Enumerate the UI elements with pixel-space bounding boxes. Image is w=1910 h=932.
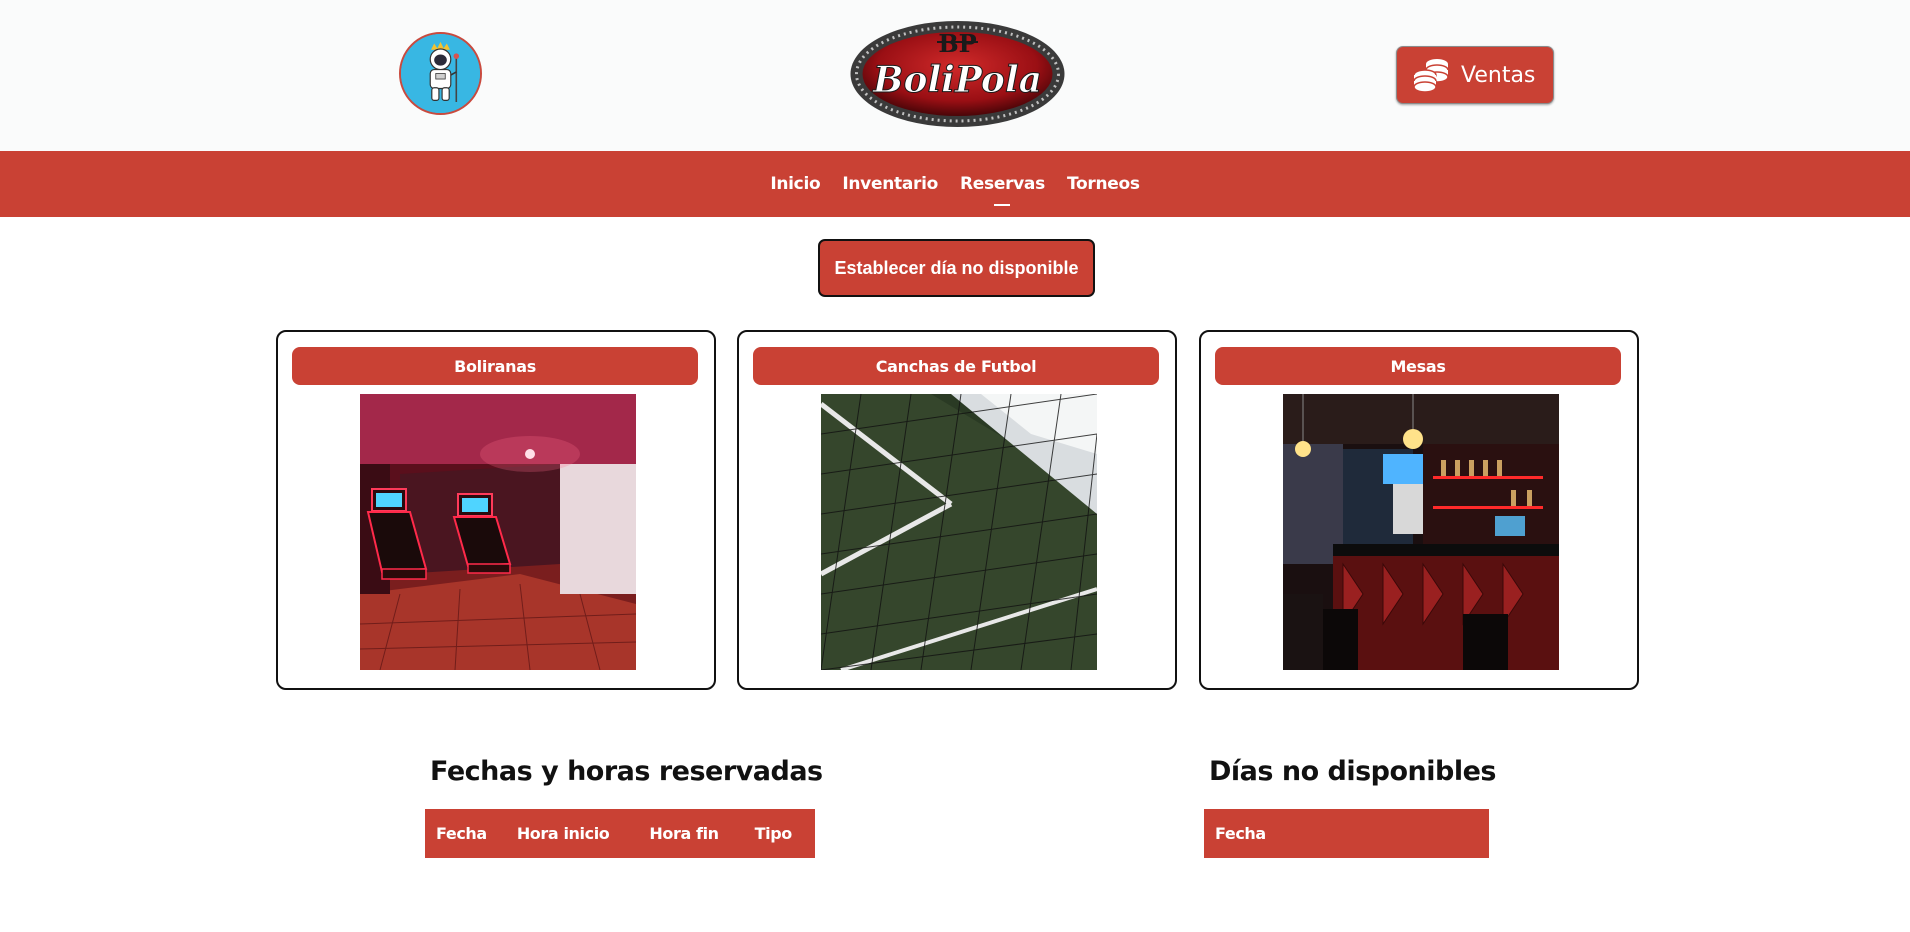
reservations-title: Fechas y horas reservadas — [430, 756, 823, 787]
mesas-image — [1283, 394, 1559, 670]
ventas-button[interactable]: Ventas — [1396, 46, 1554, 104]
card-boliranas[interactable]: Boliranas — [276, 330, 716, 690]
column-header[interactable]: Fecha — [436, 824, 487, 843]
card-canchas-de-futbol[interactable]: Canchas de Futbol — [737, 330, 1177, 690]
coins-icon — [1411, 55, 1451, 95]
card-mesas[interactable]: Mesas — [1199, 330, 1639, 690]
logo-text: BoliPola — [872, 59, 1042, 101]
user-avatar[interactable] — [399, 32, 482, 115]
logo-monogram: BP — [938, 29, 976, 58]
ventas-label: Ventas — [1461, 62, 1536, 88]
canchas-image — [821, 394, 1097, 670]
boliranas-image — [360, 394, 636, 670]
nav-inicio[interactable]: Inicio — [770, 174, 820, 194]
card-title: Canchas de Futbol — [753, 347, 1159, 385]
astronaut-avatar-icon — [401, 34, 480, 113]
unavailable-days-title: Días no disponibles — [1209, 756, 1497, 787]
column-header[interactable]: Fecha — [1215, 824, 1266, 843]
nav-torneos[interactable]: Torneos — [1067, 174, 1140, 194]
main-nav: Inicio Inventario Reservas Torneos — [0, 151, 1910, 217]
header: BP BoliPola Ventas — [0, 0, 1910, 151]
card-title: Mesas — [1215, 347, 1621, 385]
unavailable-days-table-header: Fecha — [1204, 809, 1489, 858]
bolipola-logo[interactable]: BP BoliPola — [849, 20, 1066, 128]
establish-unavailable-day-button[interactable]: Establecer día no disponible — [818, 239, 1095, 297]
bolipola-logo-icon: BP BoliPola — [850, 21, 1065, 127]
reservations-table-header: Fecha Hora inicio Hora fin Tipo — [425, 809, 815, 858]
column-header[interactable]: Hora inicio — [517, 824, 610, 843]
card-title: Boliranas — [292, 347, 698, 385]
nav-reservas[interactable]: Reservas — [960, 174, 1045, 194]
column-header[interactable]: Tipo — [755, 824, 793, 843]
nav-inventario[interactable]: Inventario — [842, 174, 938, 194]
column-header[interactable]: Hora fin — [649, 824, 719, 843]
